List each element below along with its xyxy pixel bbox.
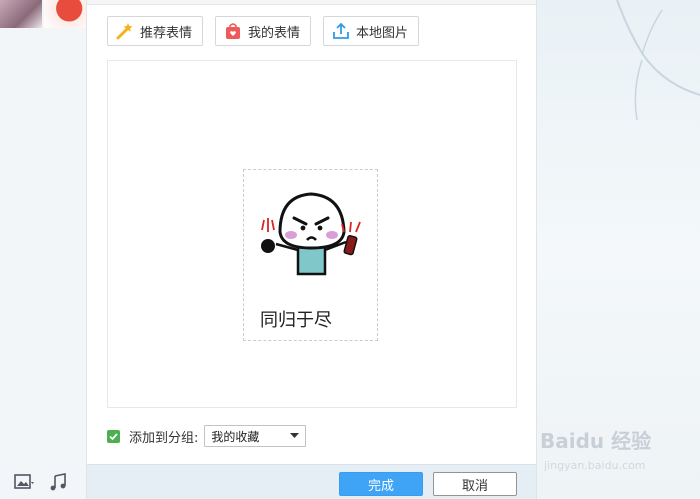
chat-toolbar [0,464,86,499]
angry-sticker-image [261,192,361,276]
add-to-group-row: 添加到分组: 我的收藏 [107,424,307,448]
group-select-value: 我的收藏 [211,429,260,444]
add-to-group-label: 添加到分组: [129,430,199,446]
dialog-title-bar [87,0,536,5]
sticker-card[interactable]: 同归于尽 [243,169,378,341]
chevron-down-icon [290,433,300,438]
sticker-caption: 同归于尽 [260,310,332,331]
image-icon[interactable] [14,472,34,492]
source-tabs: 推荐表情 我的表情 本地图片 [107,16,420,46]
magic-wand-icon [116,22,134,40]
done-button[interactable]: 完成 [339,472,423,496]
group-select[interactable]: 我的收藏 [204,425,307,447]
music-icon[interactable] [48,472,68,492]
tab-label: 本地图片 [356,25,409,41]
add-sticker-dialog: 推荐表情 我的表情 本地图片 同归于尽 添加到分组: 我的收藏 完成 取消 [86,0,537,499]
add-to-group-checkbox[interactable] [107,429,120,443]
image-thumbnail[interactable] [0,0,42,28]
tab-local-image[interactable]: 本地图片 [323,16,420,46]
dialog-footer: 完成 取消 [87,464,536,499]
tab-label: 我的表情 [248,25,301,41]
background-chat-panel [0,0,86,499]
tab-my-stickers[interactable]: 我的表情 [215,16,312,46]
cancel-button[interactable]: 取消 [433,472,517,496]
watermark-text: Baidu 经验 [540,429,652,453]
upload-icon [332,22,350,40]
tab-label: 推荐表情 [140,25,193,41]
shopping-bag-icon [224,22,242,40]
tab-recommended-stickers[interactable]: 推荐表情 [107,16,204,46]
sticker-preview-area: 同归于尽 [107,60,517,408]
watermark: Baidu 经验 jingyan.baidu.com [540,425,690,485]
branch-decoration [616,0,700,121]
checkmark-icon [109,432,118,440]
watermark-url: jingyan.baidu.com [544,459,646,472]
image-thumbnail[interactable] [44,0,86,28]
